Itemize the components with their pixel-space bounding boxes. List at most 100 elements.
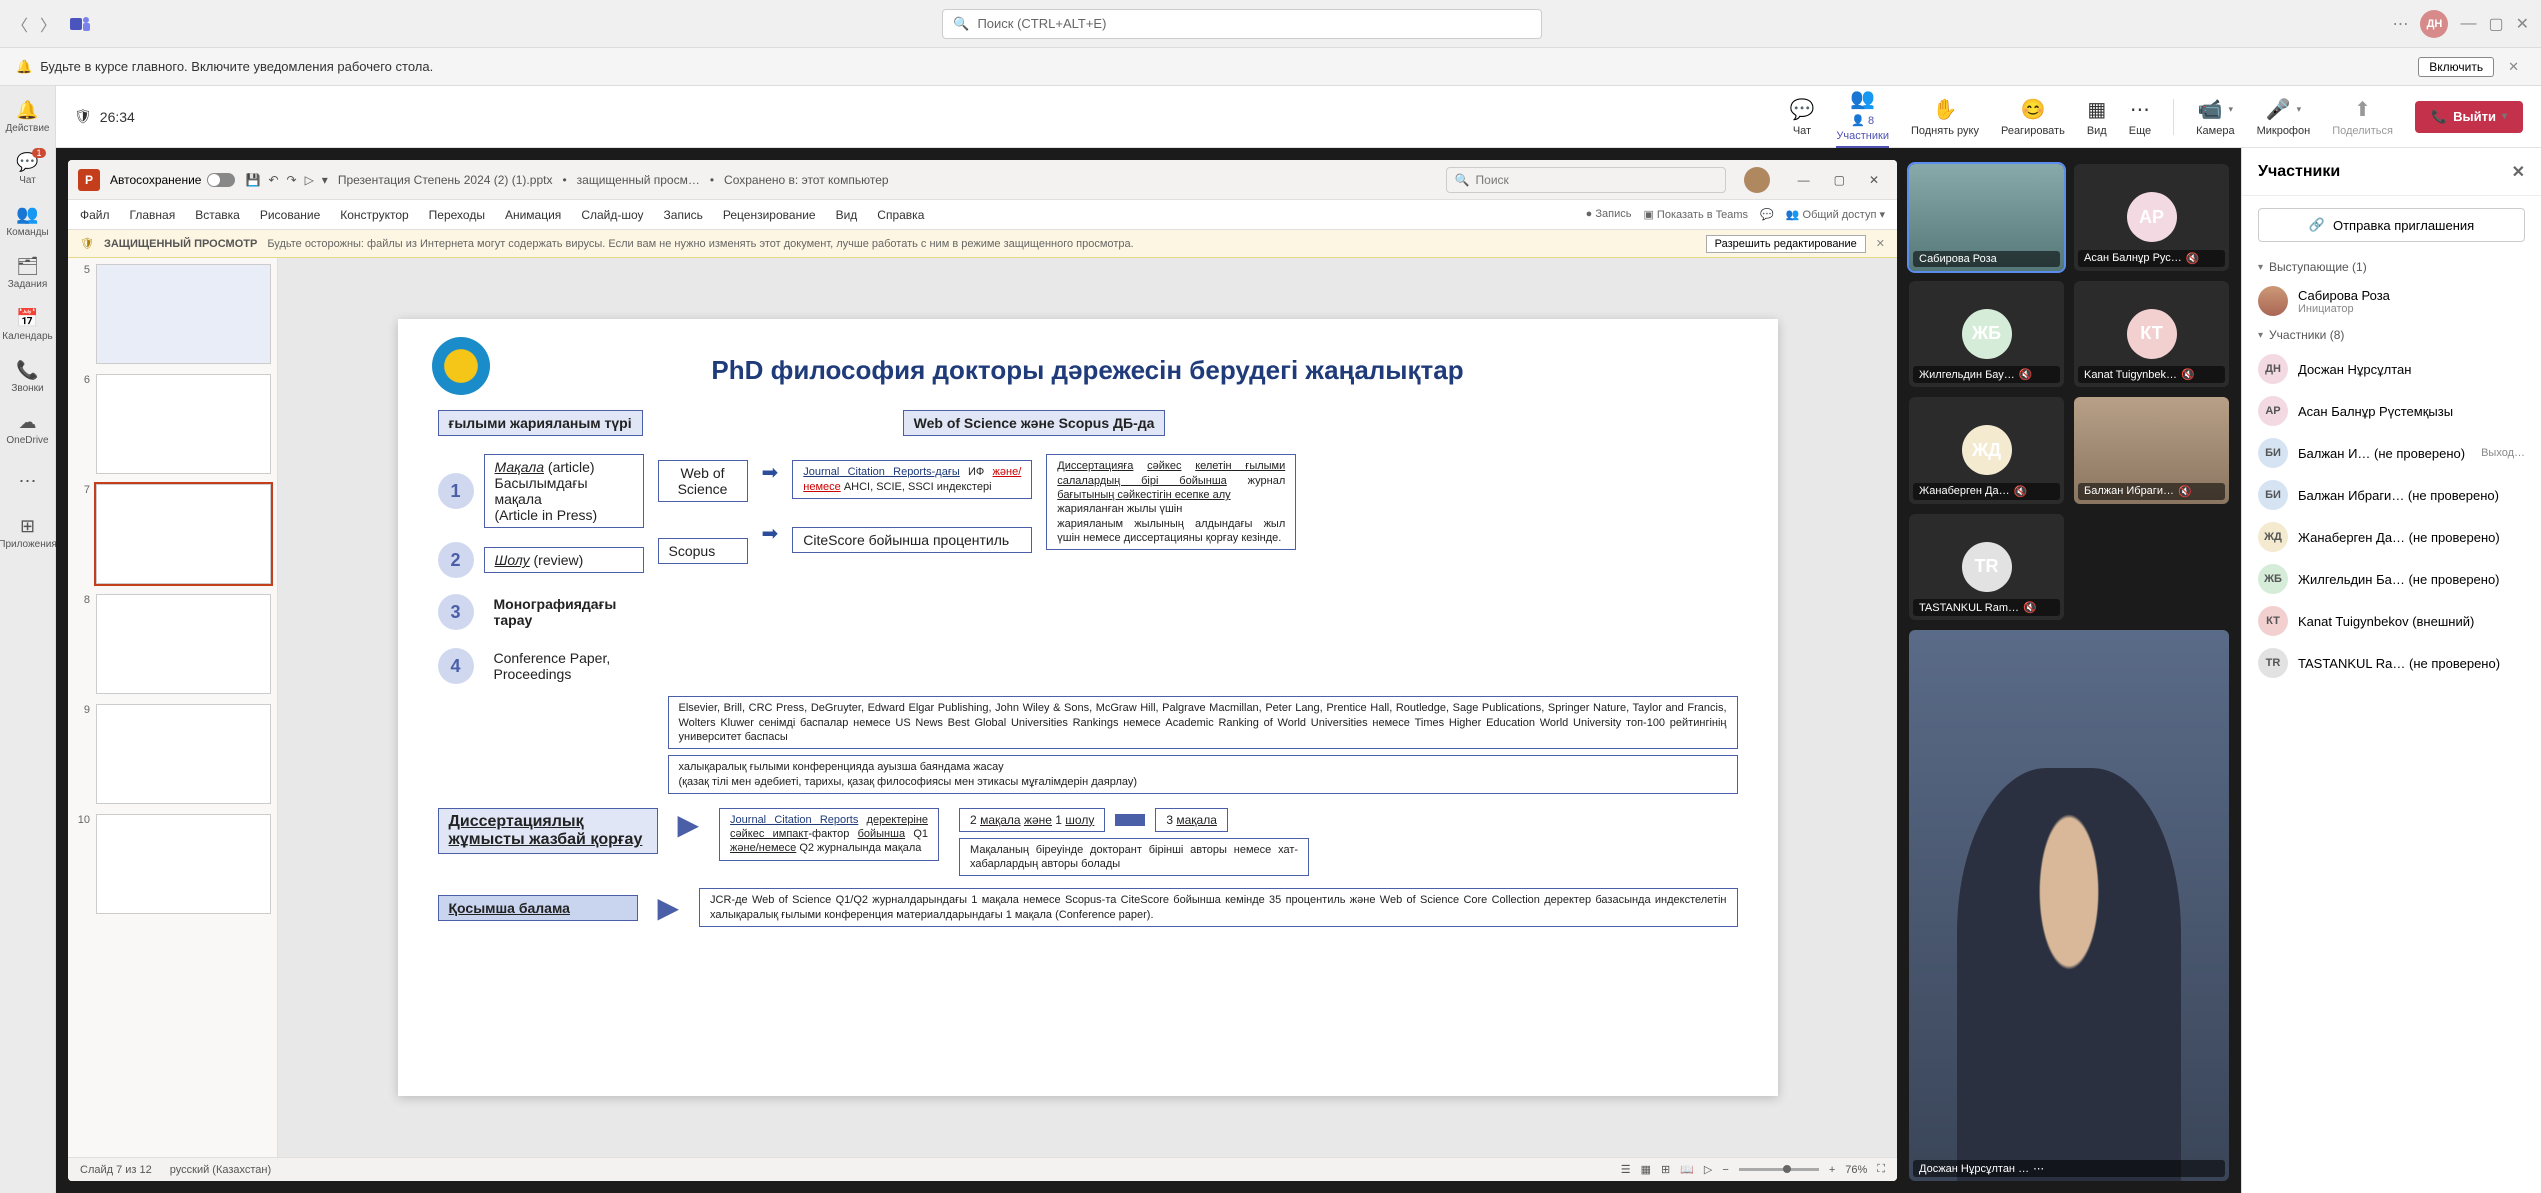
- camera-button[interactable]: 📹▾Камера: [2196, 97, 2234, 137]
- raise-hand-button[interactable]: ✋Поднять руку: [1911, 97, 1979, 137]
- thumbnail[interactable]: 8: [74, 594, 271, 694]
- zoom-level[interactable]: 76%: [1845, 1164, 1867, 1176]
- invite-button[interactable]: 🔗Отправка приглашения: [2258, 208, 2525, 242]
- more-icon[interactable]: ⋯: [2033, 1162, 2044, 1175]
- slide-thumbnails[interactable]: 5 6 7 8 9 10: [68, 258, 278, 1157]
- rail-calls[interactable]: 📞Звонки: [0, 352, 56, 402]
- rail-calendar[interactable]: 📅Календарь: [0, 300, 56, 350]
- sorter-view-icon[interactable]: ⊞: [1661, 1163, 1670, 1176]
- language-indicator[interactable]: русский (Казахстан): [170, 1164, 271, 1176]
- minimize-icon[interactable]: —: [2460, 15, 2476, 33]
- presenters-section[interactable]: ▾Выступающие (1): [2242, 254, 2541, 280]
- close-panel-icon[interactable]: ✕: [2512, 162, 2525, 182]
- thumbnail[interactable]: 10: [74, 814, 271, 914]
- ribbon-home[interactable]: Главная: [130, 204, 176, 226]
- zoom-slider[interactable]: [1739, 1168, 1819, 1171]
- global-search[interactable]: 🔍 Поиск (CTRL+ALT+E): [942, 9, 1542, 39]
- rail-apps[interactable]: ⊞Приложения: [0, 508, 56, 558]
- enable-editing-button[interactable]: Разрешить редактирование: [1706, 235, 1866, 253]
- ppt-search[interactable]: 🔍Поиск: [1446, 167, 1726, 193]
- undo-icon[interactable]: ↶: [268, 173, 278, 187]
- notes-icon[interactable]: ☰: [1621, 1163, 1631, 1176]
- rail-chat[interactable]: 💬1Чат: [0, 144, 56, 194]
- more-button[interactable]: ⋯Еще: [2129, 97, 2151, 137]
- fit-icon[interactable]: ⛶: [1877, 1163, 1885, 1176]
- participant-row[interactable]: TRTASTANKUL Ra… (не проверено): [2242, 642, 2541, 684]
- chevron-down-icon[interactable]: ▾: [2502, 111, 2507, 122]
- thumbnail[interactable]: 5: [74, 264, 271, 364]
- react-button[interactable]: 😊Реагировать: [2001, 97, 2065, 137]
- people-button[interactable]: 👥👤 8Участники: [1836, 86, 1889, 148]
- participant-row[interactable]: ЖБЖилгельдин Ба… (не проверено): [2242, 558, 2541, 600]
- normal-view-icon[interactable]: ▦: [1641, 1163, 1651, 1176]
- participant-row[interactable]: АРАсан Балнұр Рүстемқызы: [2242, 390, 2541, 432]
- thumbnail[interactable]: 9: [74, 704, 271, 804]
- forward-icon[interactable]: 〉: [40, 12, 56, 36]
- ribbon-draw[interactable]: Рисование: [260, 204, 320, 226]
- chevron-down-icon[interactable]: ▾: [2229, 104, 2234, 115]
- video-tile[interactable]: TRTASTANKUL Ram…🔇: [1909, 514, 2064, 621]
- video-tile[interactable]: ЖДЖанаберген Да…🔇: [1909, 397, 2064, 504]
- comments-icon[interactable]: 💬: [1760, 208, 1774, 221]
- view-button[interactable]: ▦Вид: [2087, 97, 2107, 137]
- video-tile[interactable]: Сабирова Роза: [1909, 164, 2064, 271]
- leave-button[interactable]: 📞Выйти▾: [2415, 101, 2523, 133]
- ppt-user-avatar[interactable]: [1744, 167, 1770, 193]
- self-video-tile[interactable]: Досжан Нұрсұлтан …⋯: [1909, 630, 2229, 1181]
- rail-more[interactable]: ⋯: [0, 456, 56, 506]
- ribbon-record[interactable]: Запись: [664, 204, 703, 226]
- slideshow-view-icon[interactable]: ▷: [1704, 1163, 1712, 1176]
- participants-section[interactable]: ▾Участники (8): [2242, 322, 2541, 348]
- thumbnail-active[interactable]: 7: [74, 484, 271, 584]
- mic-button[interactable]: 🎤▾Микрофон: [2257, 97, 2311, 137]
- participant-row[interactable]: БИБалжан И… (не проверено)Выход…: [2242, 432, 2541, 474]
- ribbon-review[interactable]: Рецензирование: [723, 204, 816, 226]
- rail-assignments[interactable]: 🗂Задания: [0, 248, 56, 298]
- close-bar-icon[interactable]: ✕: [1876, 237, 1885, 250]
- ribbon-help[interactable]: Справка: [877, 204, 924, 226]
- more-icon[interactable]: ⋯: [2392, 14, 2408, 34]
- video-tile[interactable]: КТKanat Tuigynbek…🔇: [2074, 281, 2229, 388]
- present-teams-tool[interactable]: ▣ Показать в Teams: [1643, 208, 1748, 221]
- ribbon-insert[interactable]: Вставка: [195, 204, 240, 226]
- thumbnail[interactable]: 6: [74, 374, 271, 474]
- enable-notifications-button[interactable]: Включить: [2418, 57, 2494, 77]
- reading-view-icon[interactable]: 📖: [1680, 1163, 1694, 1176]
- ribbon-slideshow[interactable]: Слайд-шоу: [581, 204, 643, 226]
- ribbon-animations[interactable]: Анимация: [505, 204, 561, 226]
- rail-activity[interactable]: 🔔Действие: [0, 92, 56, 142]
- toggle-icon[interactable]: [207, 173, 235, 187]
- close-icon[interactable]: ✕: [2516, 14, 2529, 34]
- rail-teams[interactable]: 👥Команды: [0, 196, 56, 246]
- maximize-icon[interactable]: ▢: [1826, 169, 1853, 191]
- zoom-out-icon[interactable]: −: [1722, 1164, 1728, 1176]
- ribbon-transitions[interactable]: Переходы: [429, 204, 485, 226]
- qat-dropdown-icon[interactable]: ▾: [322, 173, 328, 187]
- dismiss-notification-icon[interactable]: ✕: [2502, 59, 2525, 75]
- participant-row[interactable]: ДНДосжан Нұрсұлтан: [2242, 348, 2541, 390]
- share-button[interactable]: ⬆Поделиться: [2332, 97, 2393, 137]
- back-icon[interactable]: 〈: [12, 12, 28, 36]
- participant-row[interactable]: Сабирова РозаИнициатор: [2242, 280, 2541, 322]
- ribbon-view[interactable]: Вид: [836, 204, 858, 226]
- redo-icon[interactable]: ↷: [287, 173, 297, 187]
- autosave-toggle[interactable]: Автосохранение: [110, 173, 235, 187]
- video-tile[interactable]: Балжан Ибраги…🔇: [2074, 397, 2229, 504]
- zoom-in-icon[interactable]: +: [1829, 1164, 1835, 1176]
- record-tool[interactable]: ● Запись: [1586, 208, 1632, 221]
- maximize-icon[interactable]: ▢: [2488, 14, 2503, 34]
- chat-button[interactable]: 💬Чат: [1790, 97, 1815, 137]
- slideshow-icon[interactable]: ▷: [305, 173, 314, 187]
- ribbon-design[interactable]: Конструктор: [340, 204, 408, 226]
- share-tool[interactable]: 👥 Общий доступ ▾: [1786, 208, 1885, 221]
- slide-canvas[interactable]: PhD философия докторы дәрежесін берудегі…: [278, 258, 1897, 1157]
- participant-row[interactable]: КТKanat Tuigynbekov (внешний): [2242, 600, 2541, 642]
- video-tile[interactable]: ЖБЖилгельдин Бау…🔇: [1909, 281, 2064, 388]
- rail-onedrive[interactable]: ☁OneDrive: [0, 404, 56, 454]
- video-tile[interactable]: АРАсан Балнұр Рус…🔇: [2074, 164, 2229, 271]
- ribbon-file[interactable]: Файл: [80, 204, 110, 226]
- close-icon[interactable]: ✕: [1861, 169, 1887, 191]
- participant-row[interactable]: БИБалжан Ибраги… (не проверено): [2242, 474, 2541, 516]
- chevron-down-icon[interactable]: ▾: [2297, 104, 2302, 115]
- participant-row[interactable]: ЖДЖанаберген Да… (не проверено): [2242, 516, 2541, 558]
